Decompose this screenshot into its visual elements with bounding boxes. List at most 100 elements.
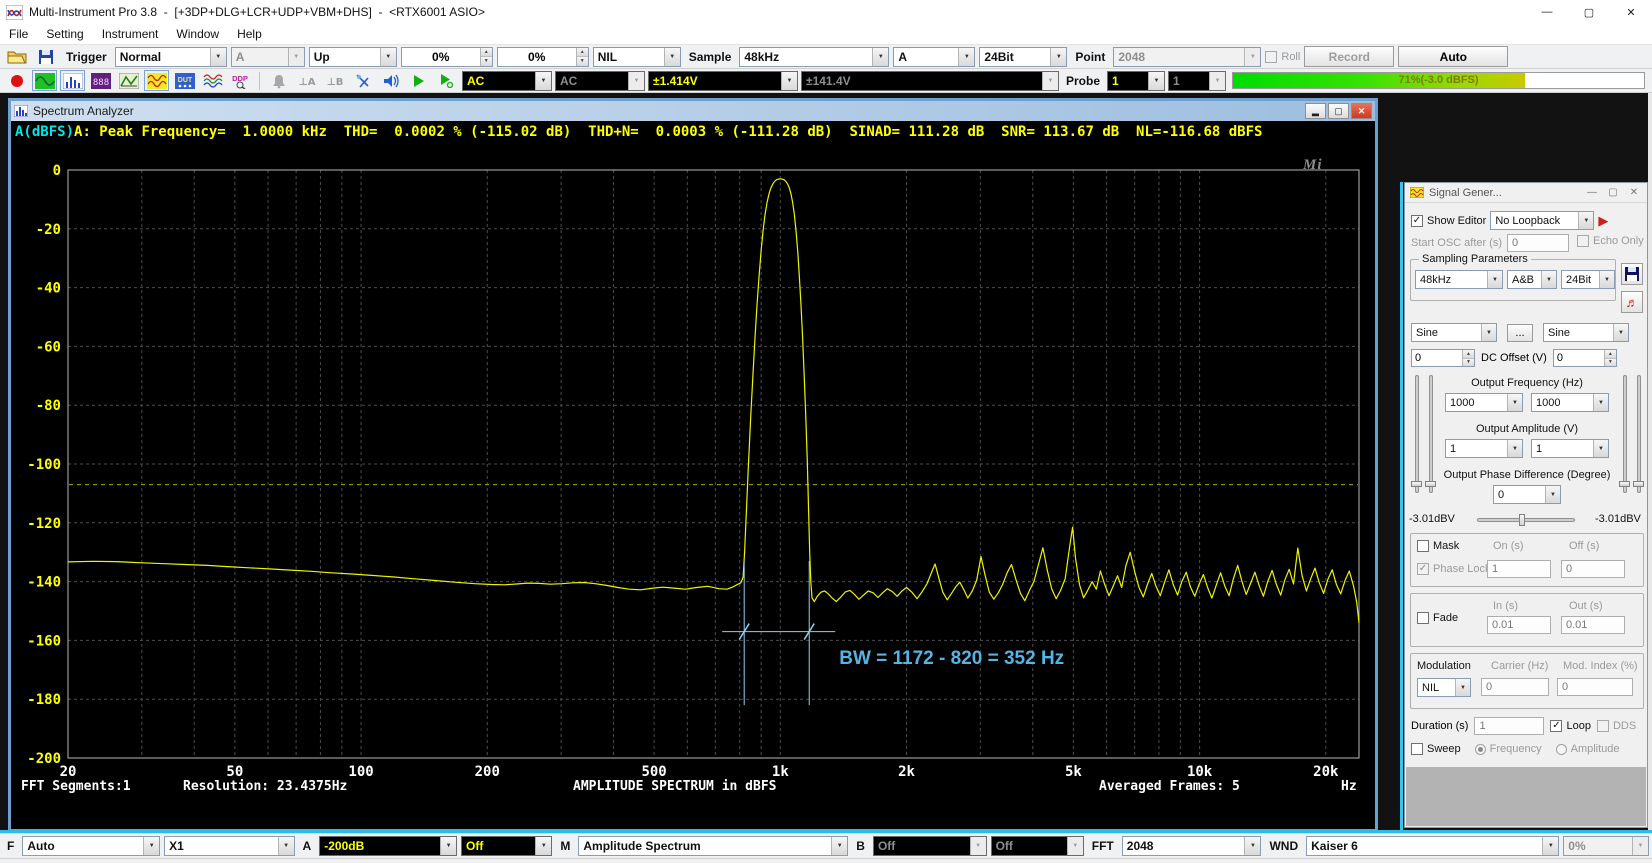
record-icon[interactable] [4, 70, 29, 91]
window-function-select[interactable]: Kaiser 6▼ [1306, 836, 1559, 856]
chevron-down-icon: ▼ [1507, 440, 1522, 457]
frequency-b-select[interactable]: 1000▼ [1531, 393, 1609, 412]
loop-checkbox[interactable]: ✓ Loop [1550, 720, 1590, 732]
open-file-icon[interactable] [4, 46, 29, 67]
trigger-level-input[interactable]: 0% ▲▼ [401, 47, 493, 67]
show-editor-checkbox[interactable]: ✓ Show Editor [1411, 215, 1486, 227]
level-meter-label: 71%(-3.0 dBFS) [1233, 73, 1644, 88]
siggen-run-icon[interactable]: ▶ [1598, 214, 1608, 227]
spectrum-maximize-button[interactable]: ▢ [1328, 103, 1349, 119]
chevron-down-icon: ▼ [1613, 324, 1628, 341]
spectrum-window-titlebar[interactable]: Spectrum Analyzer ▂ ▢ ✕ [11, 101, 1375, 121]
spectrum-plot[interactable]: 0-20-40-60-80-100-120-140-160-180-200205… [11, 143, 1373, 795]
a-secondary-select[interactable]: Off▼ [461, 836, 552, 856]
device-test-plan-icon[interactable]: DUT [172, 70, 197, 91]
fade-in-label: In (s) [1493, 600, 1518, 612]
spectrum-minimize-button[interactable]: ▂ [1305, 103, 1326, 119]
spinner-buttons[interactable]: ▲▼ [576, 48, 588, 66]
frequency-a-select[interactable]: 1000▼ [1445, 393, 1523, 412]
frequency-axis-select[interactable]: Auto▼ [22, 836, 160, 856]
probe-a-select[interactable]: 1▼ [1107, 71, 1165, 91]
music-note-icon: ♬ [1626, 295, 1639, 310]
amplitude-a-select[interactable]: 1▼ [1445, 439, 1523, 458]
spectrum-chart-area[interactable]: 0-20-40-60-80-100-120-140-160-180-200205… [11, 143, 1375, 829]
siggen-minimize-button[interactable]: — [1584, 187, 1600, 198]
siggen-bits-select[interactable]: 24Bit▼ [1561, 270, 1615, 289]
spinner-buttons[interactable]: ▲▼ [480, 48, 492, 66]
slider-thumb[interactable] [1519, 514, 1525, 526]
trigger-label: Trigger [62, 50, 111, 64]
oscilloscope-icon[interactable] [32, 70, 57, 91]
sampling-rate-select[interactable]: 48kHz▼ [739, 47, 889, 67]
mod-index-label: Mod. Index (%) [1563, 660, 1638, 672]
siggen-rate-select[interactable]: 48kHz▼ [1415, 270, 1503, 289]
balance-slider[interactable] [1477, 518, 1575, 522]
modulation-type-select[interactable]: NIL▼ [1417, 678, 1471, 697]
siggen-close-button[interactable]: ✕ [1626, 187, 1642, 198]
menu-instrument[interactable]: Instrument [93, 25, 168, 43]
play-icon[interactable] [406, 70, 431, 91]
probe-label: Probe [1062, 74, 1104, 88]
spectrum-analyzer-icon[interactable] [60, 70, 85, 91]
amplitude-b-select[interactable]: 1▼ [1531, 439, 1609, 458]
dc-offset-a-input[interactable]: 0 ▲▼ [1411, 349, 1475, 367]
chevron-down-icon: ▼ [535, 72, 551, 90]
spectrum-3d-plotter-icon[interactable] [116, 70, 141, 91]
phase-select[interactable]: 0▼ [1493, 485, 1561, 504]
siggen-maximize-button[interactable]: ▢ [1605, 187, 1621, 198]
save-icon[interactable] [33, 46, 58, 67]
input-level-meter: 71%(-3.0 dBFS) [1232, 72, 1645, 89]
channel-a-coupling-select[interactable]: AC▼ [462, 71, 552, 91]
sound-output-icon[interactable] [378, 70, 403, 91]
sampling-channel-select[interactable]: A▼ [893, 47, 975, 67]
play-loop-icon[interactable] [434, 70, 459, 91]
output-b-fine-slider[interactable] [1637, 375, 1641, 493]
siggen-titlebar[interactable]: Signal Gener... — ▢ ✕ [1405, 183, 1647, 203]
zoom-select[interactable]: X1▼ [164, 836, 294, 856]
siggen-channels-select[interactable]: A&B▼ [1507, 270, 1557, 289]
sweep-checkbox[interactable]: Sweep [1411, 743, 1461, 755]
svg-text:-80: -80 [36, 398, 61, 414]
menu-window[interactable]: Window [167, 25, 228, 43]
fft-size-select[interactable]: 2048▼ [1122, 836, 1262, 856]
a-range-select[interactable]: -200dB▼ [319, 836, 457, 856]
spectrum-close-button[interactable]: ✕ [1351, 103, 1372, 119]
chevron-down-icon: ▼ [1593, 394, 1608, 411]
trigger-delay-input[interactable]: 0% ▲▼ [497, 47, 589, 67]
trigger-mode-select[interactable]: Normal▼ [115, 47, 227, 67]
multimeter-icon[interactable]: 888 [88, 70, 113, 91]
bit-depth-select[interactable]: 24Bit▼ [979, 47, 1067, 67]
view-mode-select[interactable]: Amplitude Spectrum▼ [578, 836, 848, 856]
spinner-buttons[interactable]: ▲▼ [1462, 350, 1474, 366]
waveform-b-select[interactable]: Sine▼ [1543, 323, 1629, 342]
siggen-save-button[interactable] [1621, 263, 1643, 285]
waveform-a-select[interactable]: Sine▼ [1411, 323, 1497, 342]
probe-calibration-icon[interactable] [350, 70, 375, 91]
maximize-button[interactable]: ▢ [1568, 0, 1610, 24]
minimize-button[interactable]: — [1526, 0, 1568, 24]
slider-thumb[interactable] [1633, 481, 1644, 487]
trigger-rejection-select[interactable]: NIL▼ [593, 47, 681, 67]
fade-checkbox[interactable]: Fade [1417, 612, 1458, 624]
auto-button[interactable]: Auto [1398, 46, 1508, 67]
spinner-buttons[interactable]: ▲▼ [1604, 350, 1616, 366]
menu-help[interactable]: Help [228, 25, 271, 43]
signal-generator-icon[interactable] [144, 70, 169, 91]
mdi-workspace: Spectrum Analyzer ▂ ▢ ✕ A(dBFS) A: Peak … [0, 93, 1652, 833]
ddp-viewer-icon[interactable]: DDP [228, 70, 253, 91]
siggen-music-button[interactable]: ♬ [1621, 291, 1643, 313]
data-logger-icon[interactable] [200, 70, 225, 91]
dc-offset-b-input[interactable]: 0 ▲▼ [1553, 349, 1617, 367]
slider-thumb[interactable] [1411, 481, 1422, 487]
close-button[interactable]: ✕ [1610, 0, 1652, 24]
waveform-more-button[interactable]: ... [1507, 324, 1533, 342]
slider-thumb[interactable] [1425, 481, 1436, 487]
menu-setting[interactable]: Setting [37, 25, 92, 43]
a-label: A [299, 839, 316, 853]
slider-thumb[interactable] [1619, 481, 1630, 487]
trigger-edge-select[interactable]: Up▼ [309, 47, 397, 67]
menu-file[interactable]: File [0, 25, 37, 43]
mask-checkbox[interactable]: Mask [1417, 540, 1459, 552]
channel-a-range-select[interactable]: ±1.414V▼ [648, 71, 798, 91]
loopback-select[interactable]: No Loopback▼ [1490, 211, 1594, 230]
